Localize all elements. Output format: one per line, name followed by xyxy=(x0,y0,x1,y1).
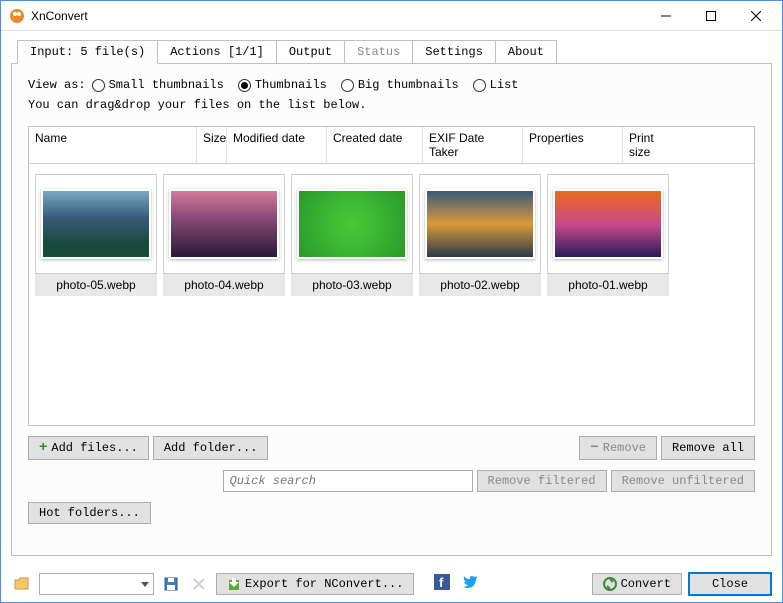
radio-icon xyxy=(473,79,486,92)
window-title: XnConvert xyxy=(31,9,643,23)
quick-search-input[interactable] xyxy=(223,470,473,492)
app-window: XnConvert Input: 5 file(s) Actions [1/1]… xyxy=(0,0,783,603)
chevron-down-icon xyxy=(141,582,149,587)
radio-icon xyxy=(238,79,251,92)
tab-settings[interactable]: Settings xyxy=(412,40,496,64)
tab-output[interactable]: Output xyxy=(276,40,345,64)
radio-small-thumbnails[interactable]: Small thumbnails xyxy=(92,78,224,92)
titlebar: XnConvert xyxy=(1,1,782,31)
remove-filtered-button[interactable]: Remove filtered xyxy=(477,470,607,492)
radio-list[interactable]: List xyxy=(473,78,519,92)
col-printsize[interactable]: Print size xyxy=(623,127,683,163)
content-panel: View as: Small thumbnails Thumbnails Big… xyxy=(11,63,772,556)
viewas-label: View as: xyxy=(28,78,86,92)
add-files-button[interactable]: + Add files... xyxy=(28,436,149,460)
open-folder-icon[interactable] xyxy=(11,573,33,595)
radio-big-thumbnails[interactable]: Big thumbnails xyxy=(341,78,459,92)
facebook-icon[interactable]: f xyxy=(434,574,450,594)
bottombar: Export for NConvert... f Convert Close xyxy=(1,566,782,602)
col-name[interactable]: Name xyxy=(29,127,197,163)
export-nconvert-button[interactable]: Export for NConvert... xyxy=(216,573,414,595)
thumbnail-grid: photo-05.webp photo-04.webp photo-03.webp p… xyxy=(29,164,754,306)
tab-actions[interactable]: Actions [1/1] xyxy=(157,40,277,64)
thumbnail-item[interactable]: photo-04.webp xyxy=(163,174,285,296)
radio-thumbnails[interactable]: Thumbnails xyxy=(238,78,327,92)
drag-drop-hint: You can drag&drop your files on the list… xyxy=(28,98,755,112)
button-row-1: + Add files... Add folder... − Remove Re… xyxy=(28,436,755,460)
window-controls xyxy=(643,1,778,30)
thumbnail-label: photo-02.webp xyxy=(419,274,541,296)
col-modified[interactable]: Modified date xyxy=(227,127,327,163)
social-icons: f xyxy=(434,574,478,594)
col-created[interactable]: Created date xyxy=(327,127,423,163)
close-button[interactable] xyxy=(733,1,778,30)
thumbnail-frame xyxy=(419,174,541,274)
minimize-button[interactable] xyxy=(643,1,688,30)
delete-icon[interactable] xyxy=(188,573,210,595)
radio-icon xyxy=(341,79,354,92)
remove-unfiltered-button[interactable]: Remove unfiltered xyxy=(611,470,755,492)
remove-button[interactable]: − Remove xyxy=(579,436,657,460)
thumbnail-label: photo-03.webp xyxy=(291,274,413,296)
thumbnail-image xyxy=(425,189,535,259)
thumbnail-frame xyxy=(163,174,285,274)
search-row: Remove filtered Remove unfiltered xyxy=(28,470,755,492)
thumbnail-frame xyxy=(547,174,669,274)
tab-about[interactable]: About xyxy=(495,40,557,64)
close-app-button[interactable]: Close xyxy=(688,572,772,596)
convert-icon xyxy=(603,577,617,591)
thumbnail-item[interactable]: photo-05.webp xyxy=(35,174,157,296)
maximize-button[interactable] xyxy=(688,1,733,30)
viewas-row: View as: Small thumbnails Thumbnails Big… xyxy=(28,78,755,92)
plus-icon: + xyxy=(39,440,47,456)
tabbar: Input: 5 file(s) Actions [1/1] Output St… xyxy=(1,31,782,63)
save-icon[interactable] xyxy=(160,573,182,595)
thumbnail-item[interactable]: photo-02.webp xyxy=(419,174,541,296)
app-icon xyxy=(9,8,25,24)
radio-icon xyxy=(92,79,105,92)
tab-status[interactable]: Status xyxy=(344,40,413,64)
thumbnail-label: photo-05.webp xyxy=(35,274,157,296)
export-icon xyxy=(227,577,241,591)
thumbnail-item[interactable]: photo-01.webp xyxy=(547,174,669,296)
convert-button[interactable]: Convert xyxy=(592,573,682,595)
thumbnail-image xyxy=(41,189,151,259)
svg-text:f: f xyxy=(439,575,444,590)
tab-input[interactable]: Input: 5 file(s) xyxy=(17,40,158,64)
thumbnail-item[interactable]: photo-03.webp xyxy=(291,174,413,296)
twitter-icon[interactable] xyxy=(462,574,478,594)
thumbnail-image xyxy=(297,189,407,259)
remove-all-button[interactable]: Remove all xyxy=(661,436,755,460)
thumbnail-image xyxy=(553,189,663,259)
col-size[interactable]: Size xyxy=(197,127,227,163)
add-folder-button[interactable]: Add folder... xyxy=(153,436,269,460)
thumbnail-frame xyxy=(291,174,413,274)
preset-dropdown[interactable] xyxy=(39,573,154,595)
thumbnail-image xyxy=(169,189,279,259)
thumbnail-label: photo-01.webp xyxy=(547,274,669,296)
column-header: Name Size Modified date Created date EXI… xyxy=(29,127,754,164)
col-exif[interactable]: EXIF Date Taker xyxy=(423,127,523,163)
hot-folders-button[interactable]: Hot folders... xyxy=(28,502,151,524)
thumbnail-frame xyxy=(35,174,157,274)
thumbnail-label: photo-04.webp xyxy=(163,274,285,296)
col-properties[interactable]: Properties xyxy=(523,127,623,163)
hot-folders-row: Hot folders... xyxy=(28,502,755,524)
minus-icon: − xyxy=(590,440,598,456)
file-list-area[interactable]: Name Size Modified date Created date EXI… xyxy=(28,126,755,426)
